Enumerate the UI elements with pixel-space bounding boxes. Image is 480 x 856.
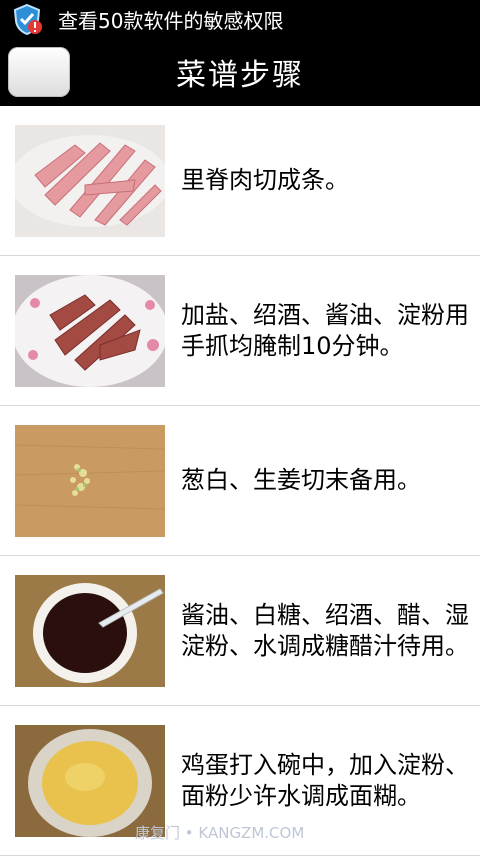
- step-row[interactable]: 葱白、生姜切末备用。: [0, 406, 480, 556]
- step-image-marinated-pork: [15, 274, 165, 387]
- back-button[interactable]: [8, 47, 70, 97]
- step-row[interactable]: 里脊肉切成条。: [0, 106, 480, 256]
- step-row[interactable]: 加盐、绍酒、酱油、淀粉用手抓均腌制10分钟。: [0, 256, 480, 406]
- step-text: 里脊肉切成条。: [181, 166, 349, 194]
- notification-text[interactable]: 查看50款软件的敏感权限: [58, 5, 283, 34]
- page-title: 菜谱步骤: [176, 58, 304, 93]
- shield-alert-icon[interactable]: [10, 2, 44, 36]
- step-text: 酱油、白糖、绍酒、醋、湿淀粉、水调成糖醋汁待用。: [181, 600, 469, 660]
- step-image-sliced-pork: [15, 124, 165, 237]
- step-row[interactable]: 酱油、白糖、绍酒、醋、湿淀粉、水调成糖醋汁待用。: [0, 556, 480, 706]
- step-image-egg-batter: [15, 724, 165, 837]
- step-text: 加盐、绍酒、酱油、淀粉用手抓均腌制10分钟。: [181, 300, 469, 360]
- recipe-steps-list: 里脊肉切成条。 加盐、绍酒、酱油、淀粉用手抓均腌制10分钟。 葱白、生姜切末备用…: [0, 106, 480, 856]
- watermark: 康复门 • KANGZM.COM: [135, 824, 305, 842]
- step-image-sauce-bowl: [15, 574, 165, 687]
- step-text: 鸡蛋打入碗中，加入淀粉、面粉少许水调成面糊。: [181, 750, 469, 810]
- title-bar: 菜谱步骤: [0, 38, 480, 106]
- status-bar: 查看50款软件的敏感权限: [0, 0, 480, 38]
- step-text: 葱白、生姜切末备用。: [181, 466, 421, 494]
- step-image-minced-scallion-ginger: [15, 424, 165, 537]
